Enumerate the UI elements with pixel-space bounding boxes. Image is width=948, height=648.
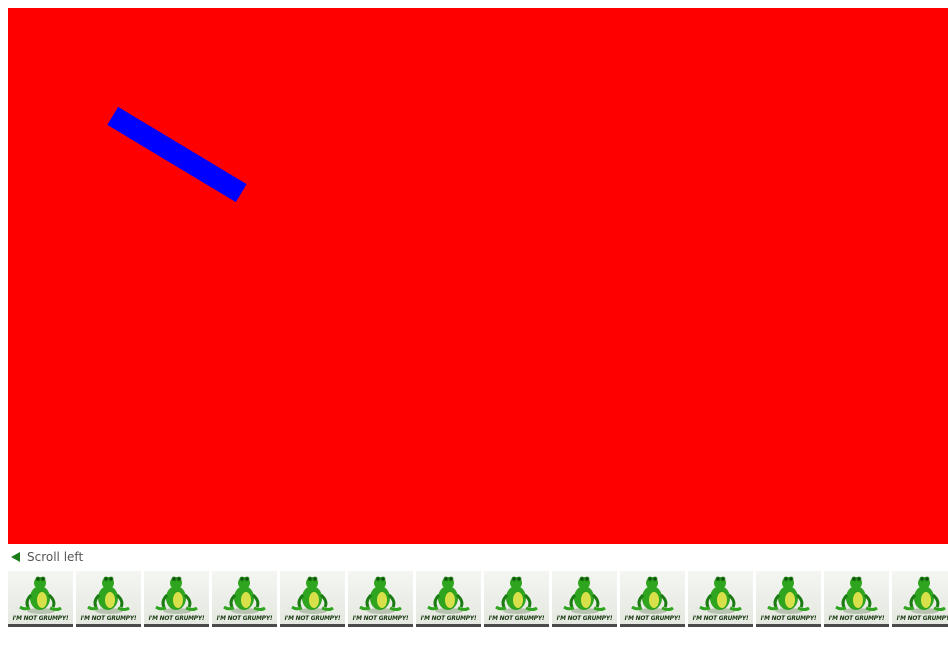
thumbnail-item[interactable]: I'M NOT GRUMPY! <box>892 571 948 627</box>
thumbnail-caption: I'M NOT GRUMPY! <box>896 614 948 622</box>
thumbnail-item[interactable]: I'M NOT GRUMPY! <box>144 571 209 627</box>
thumbnail-item[interactable]: I'M NOT GRUMPY! <box>8 571 73 627</box>
thumbnail-item[interactable]: I'M NOT GRUMPY! <box>824 571 889 627</box>
thumbnail-caption: I'M NOT GRUMPY! <box>352 614 409 622</box>
thumbnail-caption: I'M NOT GRUMPY! <box>828 614 885 622</box>
thumbnail-item[interactable]: I'M NOT GRUMPY! <box>416 571 481 627</box>
thumbnail-item[interactable]: I'M NOT GRUMPY! <box>280 571 345 627</box>
frog-icon <box>835 576 878 614</box>
frog-icon <box>291 576 334 614</box>
thumbnail-caption: I'M NOT GRUMPY! <box>12 614 69 622</box>
frog-icon <box>903 576 946 614</box>
frog-icon <box>699 576 742 614</box>
thumbnail-caption: I'M NOT GRUMPY! <box>80 614 137 622</box>
thumbnail-item[interactable]: I'M NOT GRUMPY! <box>212 571 277 627</box>
frog-icon <box>427 576 470 614</box>
frog-icon <box>359 576 402 614</box>
thumbnail-item[interactable]: I'M NOT GRUMPY! <box>348 571 413 627</box>
thumbnail-caption: I'M NOT GRUMPY! <box>760 614 817 622</box>
thumbnail-caption: I'M NOT GRUMPY! <box>216 614 273 622</box>
thumbnail-caption: I'M NOT GRUMPY! <box>624 614 681 622</box>
thumbnail-caption: I'M NOT GRUMPY! <box>284 614 341 622</box>
thumbnail-caption: I'M NOT GRUMPY! <box>692 614 749 622</box>
thumbnail-item[interactable]: I'M NOT GRUMPY! <box>688 571 753 627</box>
blue-bar <box>107 106 247 203</box>
frog-icon <box>87 576 130 614</box>
scroll-left-button[interactable]: Scroll left <box>11 549 83 565</box>
thumbnail-caption: I'M NOT GRUMPY! <box>556 614 613 622</box>
scroll-left-label: Scroll left <box>27 550 84 564</box>
canvas-stage <box>8 8 948 544</box>
left-arrow-icon <box>11 552 20 562</box>
thumbnail-caption: I'M NOT GRUMPY! <box>488 614 545 622</box>
thumbnail-item[interactable]: I'M NOT GRUMPY! <box>620 571 685 627</box>
thumbnail-caption: I'M NOT GRUMPY! <box>148 614 205 622</box>
frog-icon <box>767 576 810 614</box>
thumbnail-item[interactable]: I'M NOT GRUMPY! <box>484 571 549 627</box>
thumbnail-caption: I'M NOT GRUMPY! <box>420 614 477 622</box>
frog-icon <box>631 576 674 614</box>
thumbnail-item[interactable]: I'M NOT GRUMPY! <box>756 571 821 627</box>
frog-icon <box>495 576 538 614</box>
frog-icon <box>223 576 266 614</box>
frog-icon <box>19 576 62 614</box>
thumbnail-item[interactable]: I'M NOT GRUMPY! <box>552 571 617 627</box>
frog-icon <box>563 576 606 614</box>
thumbnail-item[interactable]: I'M NOT GRUMPY! <box>76 571 141 627</box>
thumbnail-strip: I'M NOT GRUMPY! I'M NOT GRUMPY! I'M NOT … <box>8 571 948 627</box>
frog-icon <box>155 576 198 614</box>
